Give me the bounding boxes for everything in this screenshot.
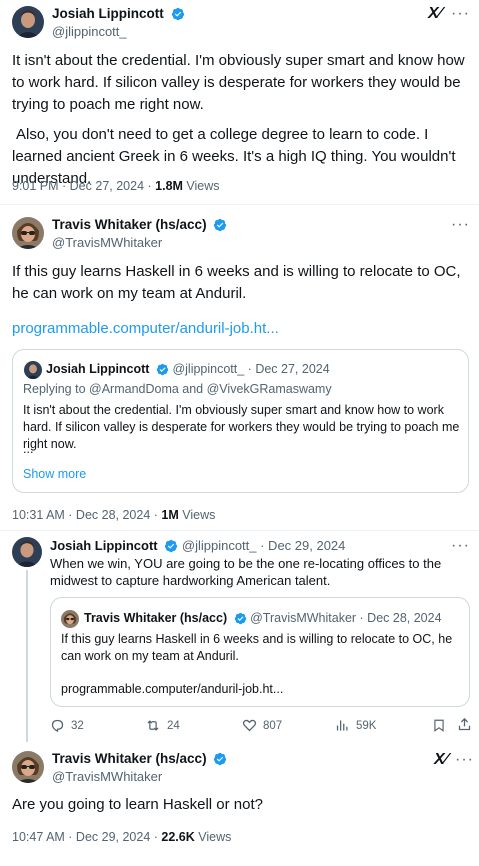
tweet-text: Are you going to learn Haskell or not?	[12, 796, 263, 813]
quoted-tweet-card[interactable]: Travis Whitaker (hs/acc) @TravisMWhitake…	[50, 597, 470, 707]
avatar-josiah[interactable]	[12, 6, 44, 38]
retweet-count: 24	[167, 719, 180, 732]
views-label: Views	[178, 508, 216, 522]
bookmark-icon	[434, 719, 444, 732]
quoted-tweet-card[interactable]: Josiah Lippincott @jlippincott_ · Dec 27…	[12, 349, 469, 493]
timestamp[interactable]: 10:31 AM · Dec 28, 2024 ·	[12, 508, 161, 522]
tweet-meta: 10:47 AM · Dec 29, 2024 · 22.6K Views	[12, 830, 231, 844]
reply-button[interactable]: 32	[50, 718, 84, 733]
author-handle[interactable]: @TravisMWhitaker	[52, 235, 162, 250]
avatar-travis[interactable]	[12, 751, 44, 783]
grok-icon[interactable]: X⁄	[434, 751, 447, 769]
divider	[0, 204, 479, 205]
author-name[interactable]: Josiah Lippincott	[50, 538, 158, 553]
avatar-josiah[interactable]	[12, 537, 42, 567]
tweet-link[interactable]: programmable.computer/anduril-job.ht...	[12, 320, 279, 337]
tweet-meta[interactable]: @jlippincott_ · Dec 29, 2024	[182, 538, 346, 553]
verified-icon	[234, 612, 246, 625]
view-count: 1M	[161, 508, 179, 522]
grok-icon[interactable]: X⁄	[428, 5, 441, 23]
avatar-josiah-small	[24, 361, 42, 379]
quoted-text: If this guy learns Haskell in 6 weeks an…	[61, 632, 453, 663]
quoted-author-name: Josiah Lippincott	[46, 362, 150, 376]
author-handle[interactable]: @TravisMWhitaker	[52, 769, 162, 784]
views-icon	[336, 720, 348, 731]
timestamp[interactable]: 10:47 AM · Dec 29, 2024 ·	[12, 830, 161, 844]
verified-icon	[214, 218, 227, 232]
author-handle[interactable]: @jlippincott_	[52, 24, 127, 39]
tweet-text: It isn't about the credential. I'm obvio…	[12, 52, 465, 113]
tweet-text: If this guy learns Haskell in 6 weeks an…	[12, 263, 461, 302]
like-button[interactable]: 807	[242, 718, 282, 733]
author-name[interactable]: Josiah Lippincott	[52, 6, 164, 21]
more-options-icon[interactable]: ···	[451, 217, 470, 233]
author-name[interactable]: Travis Whitaker (hs/acc)	[52, 217, 207, 232]
tweet-meta: 10:31 AM · Dec 28, 2024 · 1M Views	[12, 508, 215, 522]
verified-icon	[171, 7, 184, 21]
replying-to: Replying to @ArmandDoma and @VivekGRamas…	[23, 382, 332, 396]
verified-icon	[165, 539, 178, 553]
quoted-ellipsis: ...	[23, 442, 34, 456]
timestamp[interactable]: 9:01 PM · Dec 27, 2024 ·	[12, 179, 155, 193]
more-options-icon[interactable]: ···	[451, 6, 470, 22]
like-count: 807	[263, 719, 283, 732]
heart-icon	[242, 719, 257, 732]
quoted-author-name: Travis Whitaker (hs/acc)	[84, 611, 228, 625]
quoted-meta: @jlippincott_ · Dec 27, 2024	[172, 362, 330, 376]
tweet-text: When we win, YOU are going to be the one…	[50, 556, 442, 588]
retweet-icon	[147, 720, 159, 731]
views-count: 59K	[356, 719, 377, 732]
quoted-meta: @TravisMWhitaker · Dec 28, 2024	[250, 611, 442, 625]
tweet-meta: 9:01 PM · Dec 27, 2024 · 1.8M Views	[12, 179, 220, 193]
more-options-icon[interactable]: ···	[455, 752, 474, 768]
share-button[interactable]	[457, 717, 472, 737]
thread-connector-line	[26, 570, 28, 742]
show-more-link[interactable]: Show more	[23, 467, 86, 481]
bookmark-button[interactable]	[432, 718, 446, 738]
author-name[interactable]: Travis Whitaker (hs/acc)	[52, 751, 207, 766]
view-count: 22.6K	[161, 830, 195, 844]
avatar-travis[interactable]	[12, 217, 44, 249]
quoted-link-text: programmable.computer/anduril-job.ht...	[61, 682, 284, 696]
share-icon	[458, 717, 471, 731]
verified-icon	[214, 752, 227, 766]
reply-count: 32	[71, 719, 84, 732]
divider	[0, 530, 479, 531]
quoted-text: It isn't about the credential. I'm obvio…	[23, 403, 460, 451]
views-label: Views	[182, 179, 220, 193]
reply-icon	[51, 719, 64, 733]
views-button[interactable]: 59K	[335, 718, 376, 733]
retweet-button[interactable]: 24	[145, 718, 180, 733]
views-label: Views	[194, 830, 232, 844]
view-count: 1.8M	[155, 179, 183, 193]
more-options-icon[interactable]: ···	[451, 538, 470, 554]
avatar-travis-small	[61, 610, 79, 628]
verified-icon	[156, 363, 169, 376]
